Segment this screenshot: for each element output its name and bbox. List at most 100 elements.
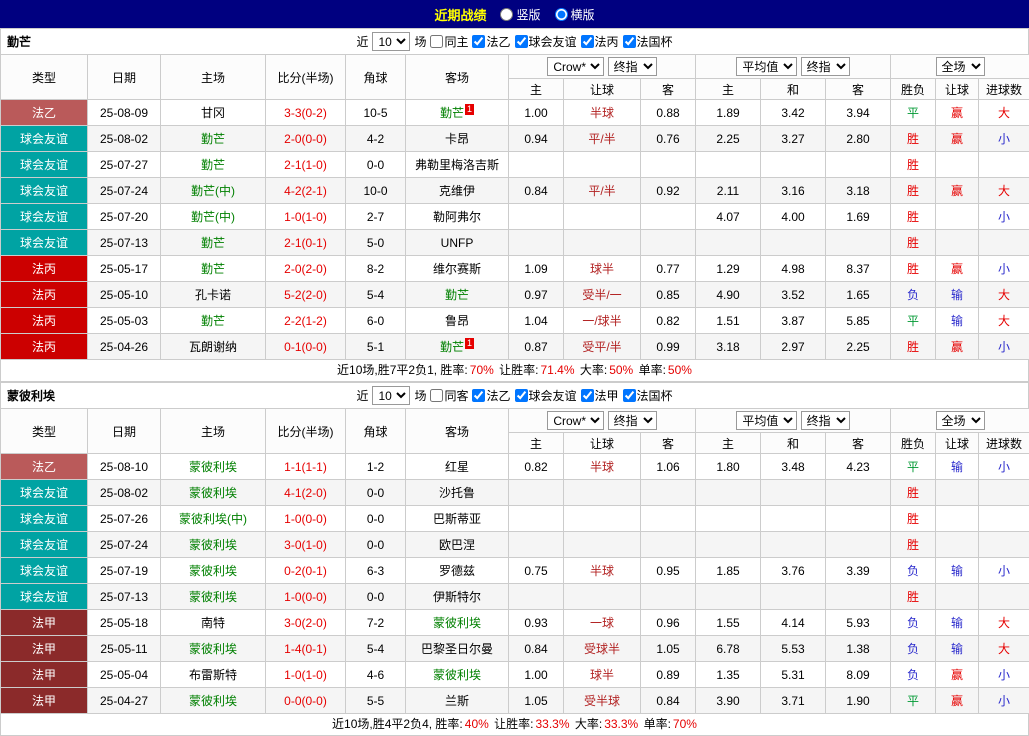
away-team-name[interactable]: 沙托鲁 (439, 486, 475, 500)
match-row: 法乙25-08-09甘冈3-3(0-2)10-5勤芒11.00半球0.881.8… (1, 100, 1029, 126)
odds-away-cell: 0.76 (641, 126, 696, 152)
same-venue-checkbox[interactable]: 同主 (430, 33, 468, 50)
home-team-name[interactable]: 勤芒 (201, 132, 225, 146)
away-team-name[interactable]: 罗德兹 (439, 564, 475, 578)
league-filter-checkbox[interactable]: 法丙 (581, 33, 619, 50)
league-filter-input[interactable] (472, 389, 485, 402)
score-cell: 0-1(0-0) (266, 334, 346, 360)
odds-home-cell: 0.82 (509, 454, 564, 480)
away-team-name[interactable]: 维尔赛斯 (433, 262, 481, 276)
league-filter-checkbox[interactable]: 法国杯 (623, 33, 673, 50)
league-filter-input[interactable] (623, 389, 636, 402)
match-count-select[interactable]: 10 (372, 386, 410, 405)
away-team-name[interactable]: 欧巴涅 (439, 538, 475, 552)
league-filter-input[interactable] (472, 35, 485, 48)
same-venue-checkbox[interactable]: 同客 (430, 387, 468, 404)
league-filter-checkbox[interactable]: 法乙 (472, 387, 510, 404)
home-team-name[interactable]: 甘冈 (201, 106, 225, 120)
league-filter-input[interactable] (581, 389, 594, 402)
corner-cell: 0-0 (346, 532, 406, 558)
result-handicap-cell (936, 584, 979, 610)
home-team-name[interactable]: 蒙彼利埃(中) (179, 512, 247, 526)
league-filter-checkbox[interactable]: 法甲 (581, 387, 619, 404)
away-team-name[interactable]: 巴黎圣日尔曼 (421, 642, 493, 656)
league-filter-input[interactable] (581, 35, 594, 48)
home-team-name[interactable]: 蒙彼利埃 (189, 460, 237, 474)
home-team-name[interactable]: 蒙彼利埃 (189, 590, 237, 604)
home-team-name[interactable]: 蒙彼利埃 (189, 538, 237, 552)
home-team-name[interactable]: 蒙彼利埃 (189, 564, 237, 578)
away-team-name[interactable]: UNFP (441, 236, 474, 250)
games-label: 场 (414, 387, 426, 404)
home-team-name[interactable]: 勤芒 (201, 314, 225, 328)
home-team-name[interactable]: 勤芒(中) (191, 184, 235, 198)
avg-group-header: 平均值 终指 (696, 409, 891, 433)
home-team-name[interactable]: 蒙彼利埃 (189, 486, 237, 500)
col-away: 客场 (406, 55, 509, 100)
result-handicap-cell: 输 (936, 558, 979, 584)
away-team-name[interactable]: 伊斯特尔 (433, 590, 481, 604)
view-vertical-radio[interactable] (500, 8, 513, 21)
avg-select[interactable]: 平均值 (736, 411, 797, 430)
odds-home-cell (509, 532, 564, 558)
avg-select[interactable]: 平均值 (736, 57, 797, 76)
away-team-name[interactable]: 克维伊 (439, 184, 475, 198)
league-filter-input[interactable] (515, 35, 528, 48)
league-filter-input[interactable] (515, 389, 528, 402)
odds-away-cell: 0.96 (641, 610, 696, 636)
away-team-name[interactable]: 蒙彼利埃 (433, 616, 481, 630)
away-team-name[interactable]: 红星 (445, 460, 469, 474)
away-team-name[interactable]: 蒙彼利埃 (433, 668, 481, 682)
odds-company-select[interactable]: Crow* (547, 57, 604, 76)
date-cell: 25-08-02 (88, 126, 161, 152)
avg-away-cell: 8.09 (826, 662, 891, 688)
scope-select[interactable]: 全场 (936, 57, 985, 76)
avg-time-select[interactable]: 终指 (801, 411, 850, 430)
subcol-odds-line: 让球 (564, 79, 641, 100)
home-team-name[interactable]: 南特 (201, 616, 225, 630)
away-team-name[interactable]: 勤芒 (440, 340, 464, 354)
odds-time-select[interactable]: 终指 (608, 57, 657, 76)
away-team-name[interactable]: 勤芒 (445, 288, 469, 302)
odds-home-cell (509, 204, 564, 230)
avg-away-cell: 1.69 (826, 204, 891, 230)
home-team-name[interactable]: 勤芒(中) (191, 210, 235, 224)
league-filter-checkbox[interactable]: 法乙 (472, 33, 510, 50)
match-row: 球会友谊25-07-27勤芒2-1(1-0)0-0弗勒里梅洛吉斯胜 (1, 152, 1029, 178)
view-vertical-option[interactable]: 竖版 (500, 6, 540, 23)
away-team-name[interactable]: 弗勒里梅洛吉斯 (415, 158, 499, 172)
away-team-name[interactable]: 巴斯蒂亚 (433, 512, 481, 526)
league-cell: 法甲 (1, 662, 88, 688)
view-horizontal-radio[interactable] (555, 8, 568, 21)
league-cell: 球会友谊 (1, 204, 88, 230)
match-count-select[interactable]: 10 (372, 32, 410, 51)
home-team-name[interactable]: 孔卡诺 (195, 288, 231, 302)
home-team-name[interactable]: 勤芒 (201, 236, 225, 250)
home-team-name[interactable]: 勤芒 (201, 158, 225, 172)
same-venue-input[interactable] (430, 389, 443, 402)
same-venue-input[interactable] (430, 35, 443, 48)
home-team-name[interactable]: 勤芒 (201, 262, 225, 276)
home-team-name[interactable]: 蒙彼利埃 (189, 642, 237, 656)
result-goals-cell: 大 (979, 100, 1029, 126)
odds-time-select[interactable]: 终指 (608, 411, 657, 430)
away-team-name[interactable]: 勒阿弗尔 (433, 210, 481, 224)
league-filter-checkbox[interactable]: 球会友谊 (515, 33, 577, 50)
away-team-name[interactable]: 卡昂 (445, 132, 469, 146)
league-filter-input[interactable] (623, 35, 636, 48)
home-team-name[interactable]: 布雷斯特 (189, 668, 237, 682)
away-team-name[interactable]: 勤芒 (440, 106, 464, 120)
home-team-name[interactable]: 瓦朗谢纳 (189, 340, 237, 354)
away-team-name[interactable]: 鲁昂 (445, 314, 469, 328)
away-team-name[interactable]: 兰斯 (445, 694, 469, 708)
view-horizontal-option[interactable]: 横版 (555, 6, 595, 23)
home-team-name[interactable]: 蒙彼利埃 (189, 694, 237, 708)
home-team-cell: 蒙彼利埃(中) (161, 506, 266, 532)
league-filter-checkbox[interactable]: 球会友谊 (515, 387, 577, 404)
league-filter-checkbox[interactable]: 法国杯 (623, 387, 673, 404)
avg-time-select[interactable]: 终指 (801, 57, 850, 76)
scope-select[interactable]: 全场 (936, 411, 985, 430)
away-team-cell: 勤芒1 (406, 100, 509, 126)
date-cell: 25-04-26 (88, 334, 161, 360)
odds-company-select[interactable]: Crow* (547, 411, 604, 430)
